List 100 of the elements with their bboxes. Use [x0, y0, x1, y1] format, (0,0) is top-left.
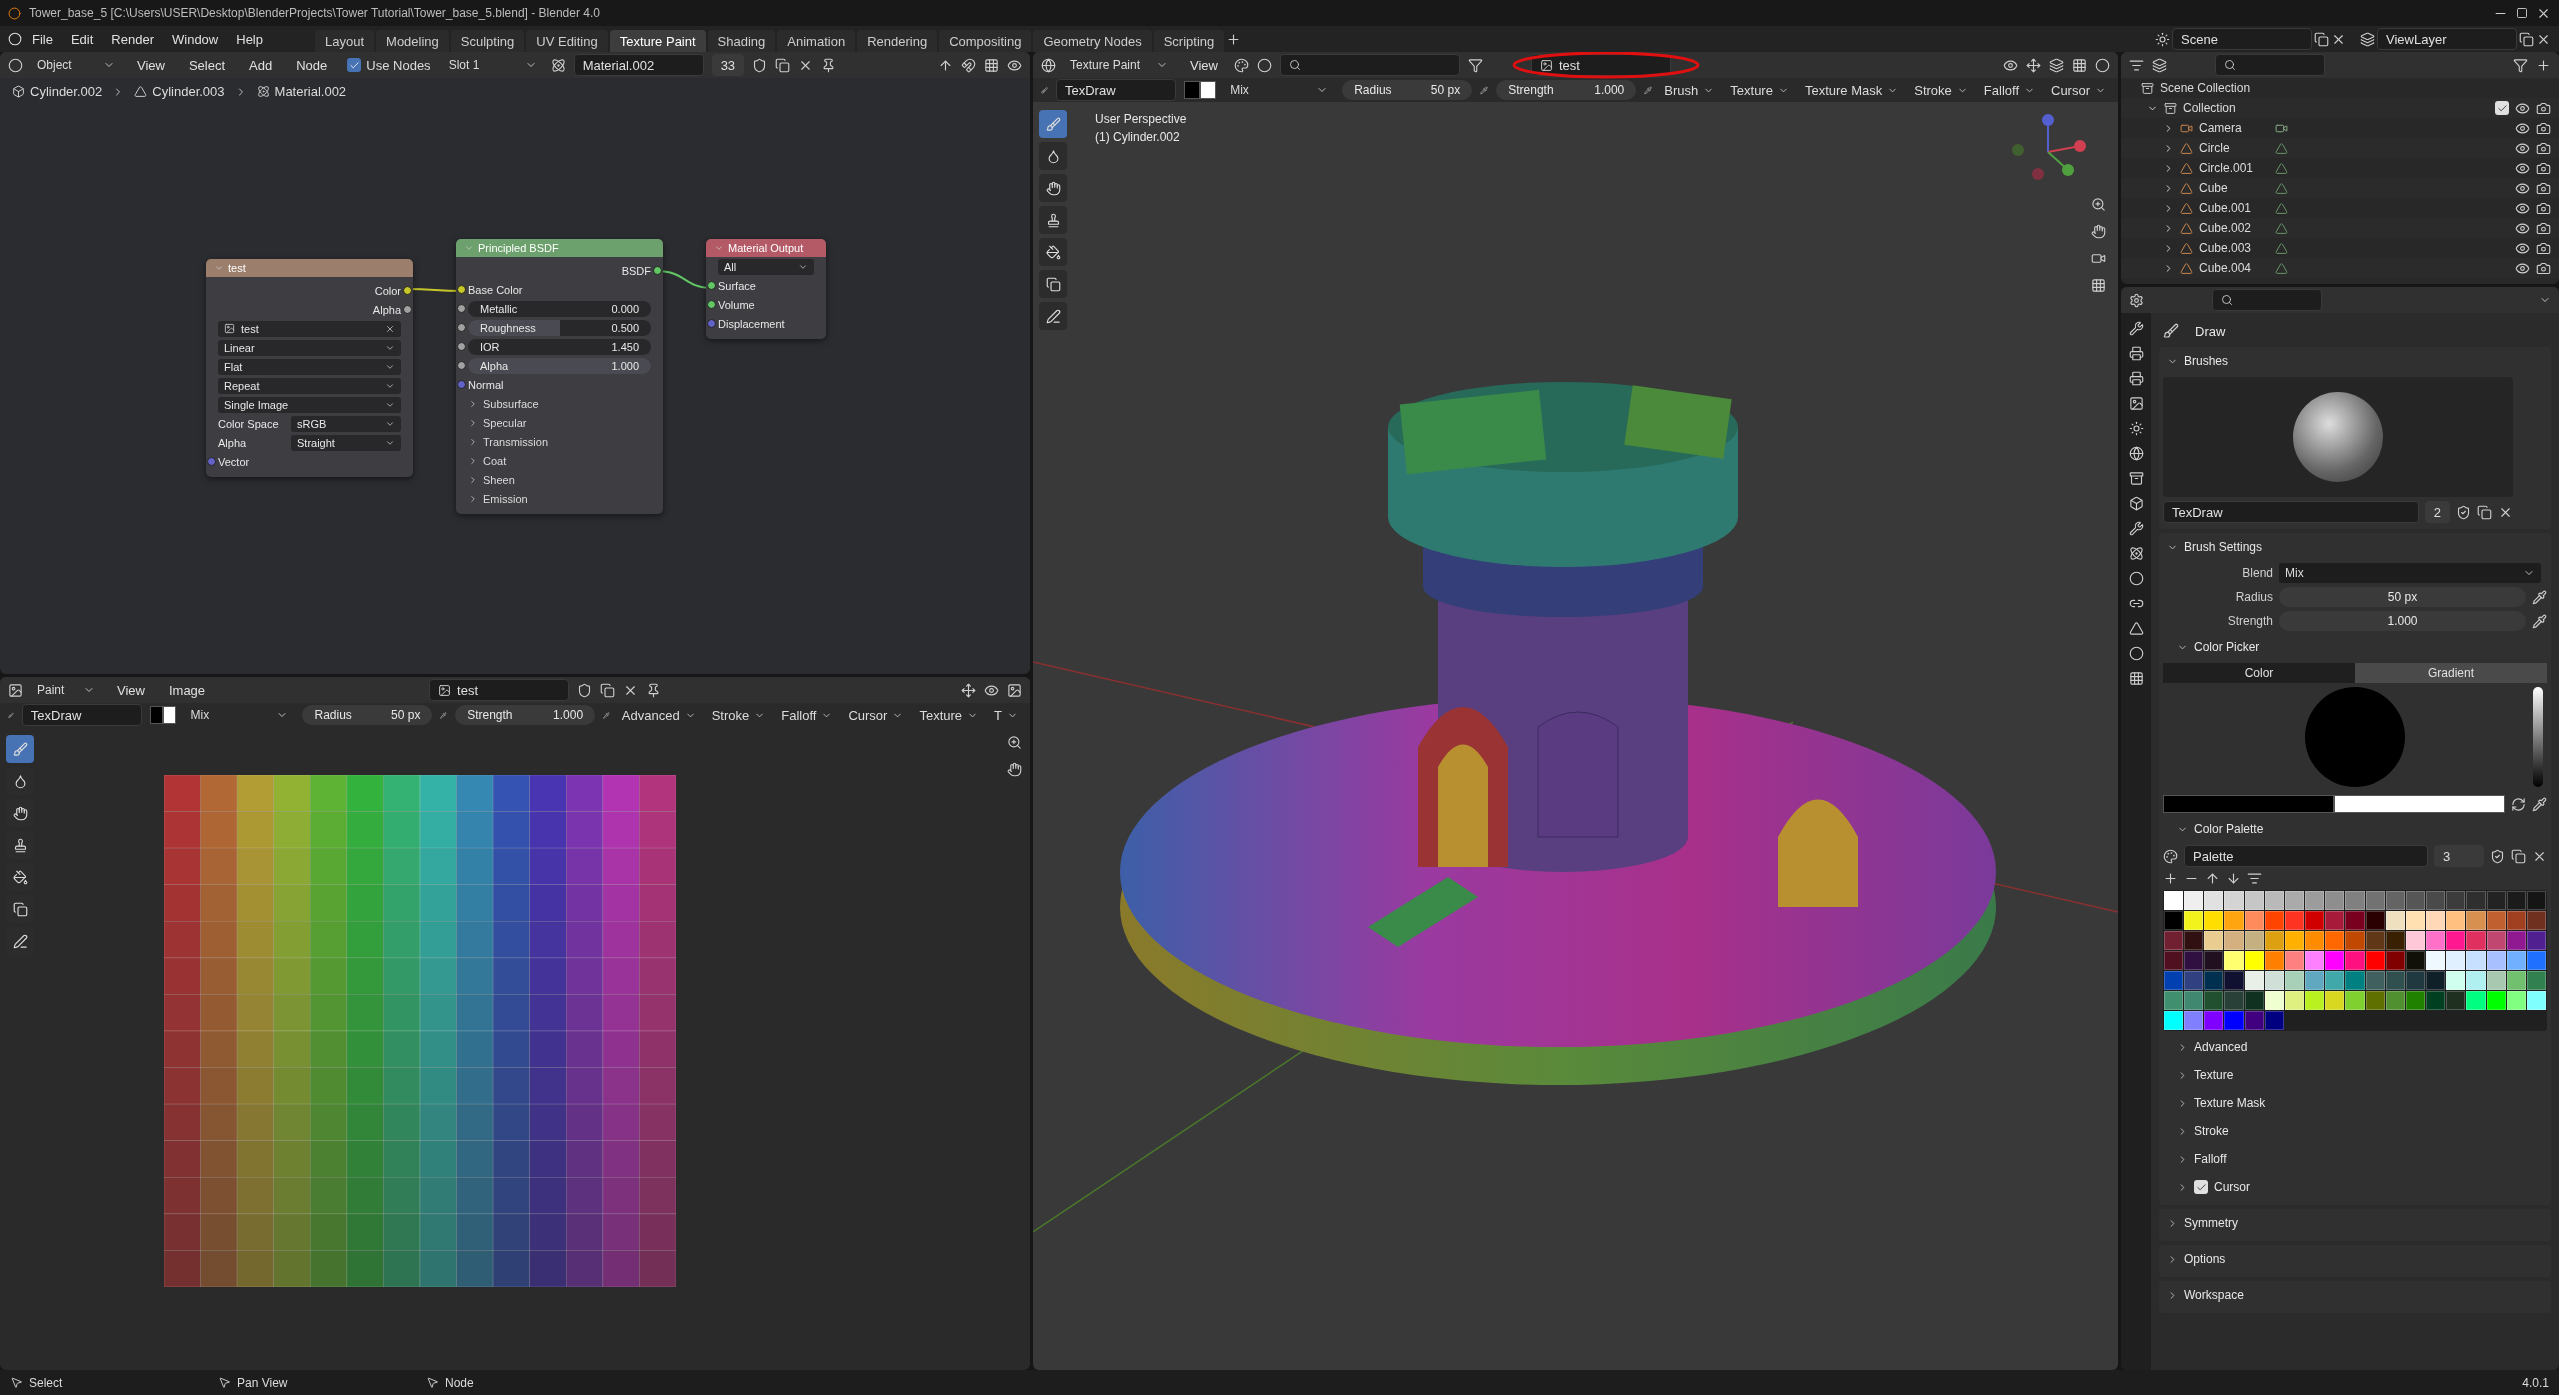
panel-title[interactable]: Options: [2184, 1252, 2226, 1266]
menu-item[interactable]: File: [24, 29, 61, 49]
image-selector[interactable]: test: [429, 679, 570, 701]
workspace-tab[interactable]: Rendering: [857, 29, 938, 53]
settings-menu[interactable]: T: [990, 705, 1022, 725]
panel-title[interactable]: Stroke: [2194, 1124, 2229, 1138]
node-dropdown[interactable]: Straight: [291, 434, 401, 451]
use-nodes-checkbox[interactable]: Use Nodes: [343, 55, 435, 75]
outliner-item[interactable]: Scene Collection: [2160, 81, 2251, 95]
node-dropdown[interactable]: sRGB: [291, 415, 401, 432]
node-dropdown[interactable]: All: [718, 258, 814, 275]
material-field[interactable]: Material.002: [573, 54, 704, 76]
header-menu[interactable]: Node: [288, 55, 336, 75]
blend-dropdown[interactable]: Mix: [1224, 80, 1335, 100]
panel-toggle[interactable]: Coat: [468, 454, 507, 467]
value-slider[interactable]: Roughness 0.500: [468, 319, 651, 336]
panel-toggle[interactable]: Sheen: [468, 473, 515, 486]
outliner-item[interactable]: Cube: [2199, 181, 2269, 195]
principled-bsdf-node[interactable]: Principled BSDF BSDF Base Color Metallic 0.000 Roughness 0.500 IOR 1.450 Alpha 1.000 Normal Subsurface Specular Transmission Coat Sheen Emission: [456, 239, 663, 514]
workspace-tab[interactable]: Layout: [315, 29, 375, 53]
radius-field[interactable]: Radius 50 px: [1342, 80, 1473, 100]
header-menu[interactable]: Select: [180, 55, 234, 75]
panel-title[interactable]: Advanced: [2194, 1040, 2248, 1054]
picker-tab[interactable]: Color: [2163, 663, 2355, 683]
settings-menu[interactable]: Advanced: [617, 705, 700, 725]
outliner-item[interactable]: Cube.004: [2199, 261, 2269, 275]
mode-dropdown[interactable]: Object: [31, 55, 121, 75]
value-slider[interactable]: Metallic 0.000: [468, 300, 651, 317]
panel-title[interactable]: Symmetry: [2184, 1216, 2238, 1230]
workspace-tab[interactable]: Sculpting: [450, 29, 525, 53]
workspace-tab[interactable]: UV Editing: [526, 29, 608, 53]
strength-field[interactable]: Strength 1.000: [455, 705, 596, 725]
image-selector[interactable]: test: [218, 320, 401, 337]
header-menu[interactable]: View: [109, 680, 153, 700]
settings-menu[interactable]: Texture Mask: [1800, 80, 1903, 100]
settings-menu[interactable]: Texture: [915, 705, 983, 725]
slot-dropdown[interactable]: Slot 1: [442, 55, 543, 75]
value-slider[interactable]: Alpha 1.000: [468, 357, 651, 374]
settings-menu[interactable]: Brush: [1660, 80, 1719, 100]
panel-toggle[interactable]: Specular: [468, 416, 527, 429]
settings-menu[interactable]: Falloff: [1979, 80, 2039, 100]
workspace-tab[interactable]: Scripting: [1153, 29, 1225, 53]
settings-menu[interactable]: Texture: [1726, 80, 1793, 100]
brush-name-field[interactable]: TexDraw: [1056, 79, 1176, 101]
header-menu[interactable]: Add: [241, 55, 281, 75]
panel-title[interactable]: Texture Mask: [2194, 1096, 2266, 1110]
value-field[interactable]: IOR 1.450: [468, 338, 651, 355]
panel-title[interactable]: Cursor: [2214, 1180, 2250, 1194]
material-output-node[interactable]: Material Output All Surface Volume Displacement: [706, 239, 826, 339]
picker-tab[interactable]: Gradient: [2355, 663, 2547, 683]
strength-field[interactable]: 1.000: [2279, 611, 2526, 631]
mode-dropdown[interactable]: Texture Paint: [1064, 55, 1174, 75]
settings-menu[interactable]: Stroke: [707, 705, 770, 725]
radius-field[interactable]: Radius 50 px: [302, 705, 433, 725]
panel-toggle[interactable]: Transmission: [468, 435, 548, 448]
menu-item[interactable]: Window: [164, 29, 227, 49]
workspace-tab[interactable]: Shading: [707, 29, 776, 53]
radius-field[interactable]: 50 px: [2279, 587, 2526, 607]
panel-title[interactable]: Texture: [2194, 1068, 2234, 1082]
header-menu[interactable]: View: [129, 55, 173, 75]
mode-dropdown[interactable]: Paint: [31, 680, 101, 700]
panel-title[interactable]: Brushes: [2184, 354, 2229, 368]
header-menu[interactable]: View: [1182, 55, 1226, 75]
scene-field[interactable]: Scene: [2172, 28, 2312, 50]
blend-dropdown[interactable]: Mix: [184, 705, 295, 725]
node-dropdown[interactable]: Single Image: [218, 396, 401, 413]
workspace-tab[interactable]: Geometry Nodes: [1033, 29, 1152, 53]
workspace-tab[interactable]: Texture Paint: [609, 29, 706, 53]
blend-dropdown[interactable]: Mix: [2279, 563, 2541, 583]
palette-name-field[interactable]: Palette: [2184, 845, 2428, 867]
outliner-item[interactable]: Cube.001: [2199, 201, 2269, 215]
panel-title[interactable]: Color Picker: [2194, 640, 2260, 654]
brush-name-field[interactable]: TexDraw: [2163, 501, 2419, 523]
menu-item[interactable]: Edit: [62, 29, 102, 49]
node-dropdown[interactable]: Flat: [218, 358, 401, 375]
panel-toggle[interactable]: Emission: [468, 492, 528, 505]
workspace-tab[interactable]: Modeling: [376, 29, 449, 53]
panel-title[interactable]: Falloff: [2194, 1152, 2227, 1166]
outliner-item[interactable]: Cube.002: [2199, 221, 2269, 235]
breadcrumb[interactable]: Cylinder.003: [152, 84, 225, 99]
outliner-item[interactable]: Cube.003: [2199, 241, 2269, 255]
menu-item[interactable]: Render: [103, 29, 162, 49]
header-menu[interactable]: Image: [160, 680, 214, 700]
settings-menu[interactable]: Stroke: [1910, 80, 1972, 100]
menu-item[interactable]: Help: [228, 29, 271, 49]
node-dropdown[interactable]: Repeat: [218, 377, 401, 394]
breadcrumb[interactable]: Material.002: [274, 84, 347, 99]
panel-title[interactable]: Color Palette: [2194, 822, 2264, 836]
outliner-item[interactable]: Circle.001: [2199, 161, 2269, 175]
breadcrumb[interactable]: Cylinder.002: [30, 84, 103, 99]
node-dropdown[interactable]: Linear: [218, 339, 401, 356]
outliner-item[interactable]: Camera: [2199, 121, 2269, 135]
settings-menu[interactable]: Falloff: [777, 705, 837, 725]
brush-name-field[interactable]: TexDraw: [21, 704, 142, 726]
panel-title[interactable]: Brush Settings: [2184, 540, 2263, 554]
workspace-tab[interactable]: Animation: [777, 29, 856, 53]
settings-menu[interactable]: Cursor: [2047, 80, 2110, 100]
panel-toggle[interactable]: Subsurface: [468, 397, 539, 410]
panel-title[interactable]: Workspace: [2184, 1288, 2244, 1302]
settings-menu[interactable]: Cursor: [844, 705, 908, 725]
